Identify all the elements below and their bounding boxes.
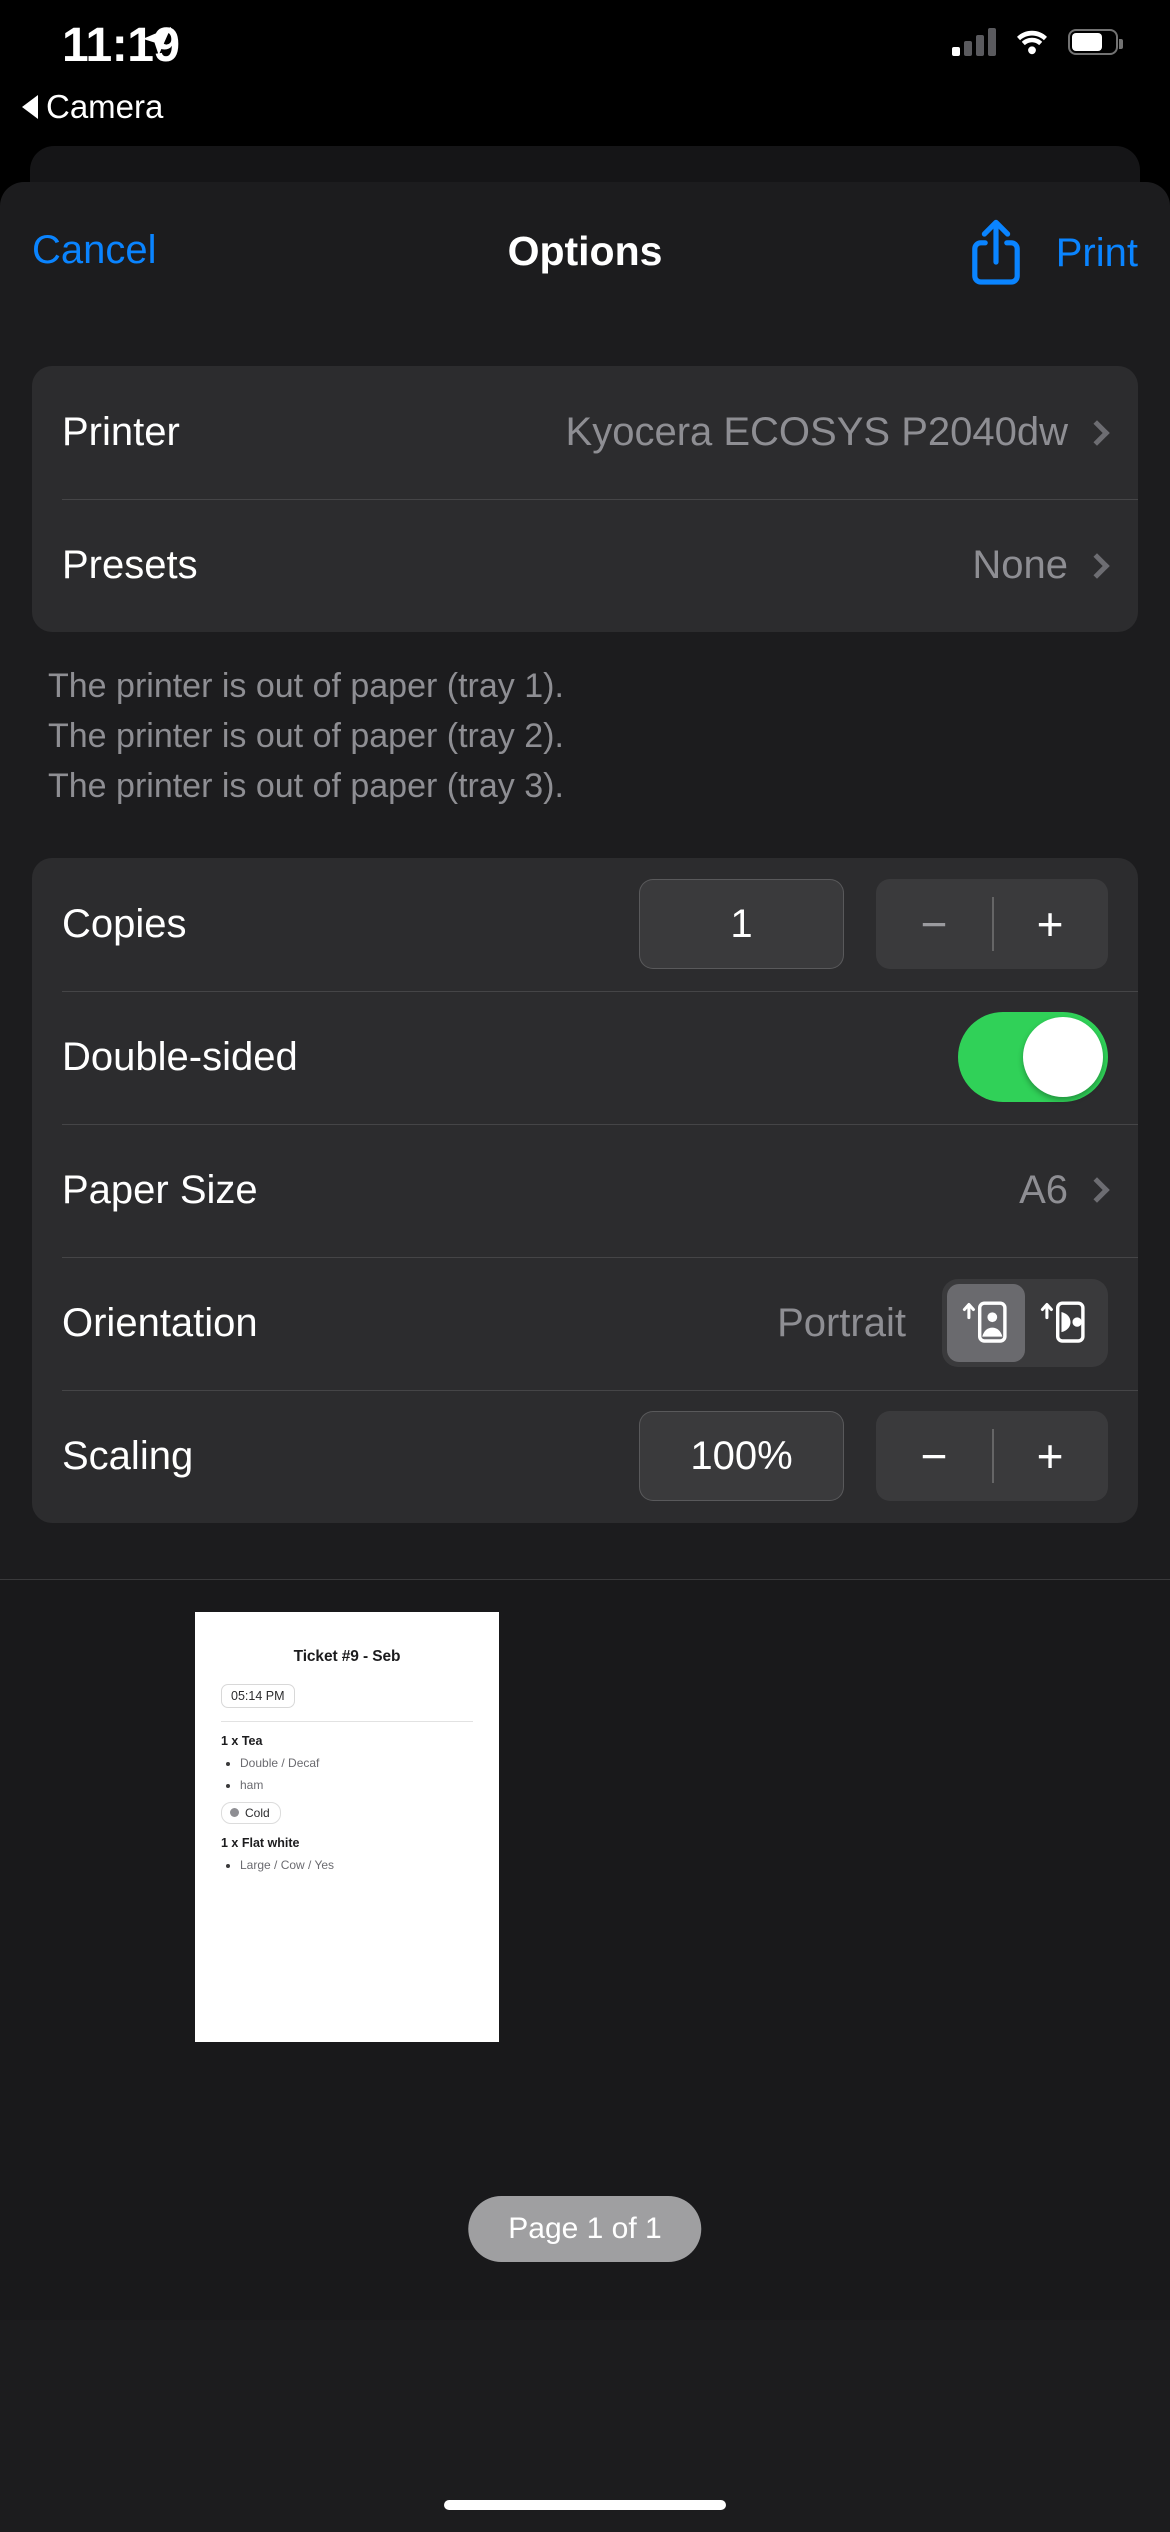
status-bar-back-label: Camera: [46, 88, 164, 125]
scaling-row: Scaling 100% − +: [32, 1389, 1138, 1523]
copies-increment-button[interactable]: +: [992, 879, 1108, 969]
presets-row[interactable]: Presets None: [32, 499, 1138, 632]
page-count-badge: Page 1 of 1: [468, 2195, 702, 2262]
orientation-portrait-button[interactable]: [947, 1284, 1025, 1363]
presets-row-label: Presets: [62, 543, 198, 587]
status-message: The printer is out of paper (tray 3).: [48, 766, 564, 805]
scaling-label: Scaling: [62, 1433, 194, 1478]
ticket-item-name: 1 x Tea: [221, 1733, 263, 1748]
printer-card: Printer Kyocera ECOSYS P2040dw Presets N…: [32, 366, 1138, 632]
copies-stepper: − +: [876, 879, 1108, 970]
ticket-time-chip: 05:14 PM: [221, 1683, 295, 1708]
orientation-row: Orientation Portrait: [32, 1256, 1138, 1390]
preview-page[interactable]: Ticket #9 - Seb 05:14 PM 1 x Tea Double …: [195, 1611, 499, 2042]
double-sided-label: Double-sided: [62, 1034, 298, 1079]
chevron-right-icon: [1084, 552, 1110, 579]
double-sided-toggle[interactable]: [958, 1012, 1108, 1103]
home-indicator[interactable]: [444, 2500, 726, 2510]
chevron-right-icon: [1084, 1177, 1110, 1204]
print-button[interactable]: Print: [1056, 231, 1138, 276]
status-bar-indicators: [952, 28, 1123, 56]
orientation-landscape-button[interactable]: [1025, 1284, 1103, 1362]
presets-row-value: None: [972, 543, 1068, 587]
scaling-value-field[interactable]: 100%: [639, 1411, 844, 1502]
ticket-item-option: Large / Cow / Yes: [221, 1858, 473, 1872]
ticket-item-chip: Cold: [221, 1801, 281, 1824]
print-settings-card: Copies 1 − + Double-sided Paper Size A6: [32, 857, 1138, 1523]
status-message: The printer is out of paper (tray 1).: [48, 667, 564, 705]
share-icon[interactable]: [968, 218, 1024, 288]
paper-size-row[interactable]: Paper Size A6: [32, 1123, 1138, 1257]
wifi-icon: [1017, 30, 1047, 55]
printer-row-label: Printer: [62, 410, 180, 454]
chip-dot-icon: [230, 1808, 239, 1818]
ticket-item-option: ham: [221, 1778, 473, 1792]
ticket-item-name: 1 x Flat white: [221, 1835, 300, 1850]
ticket-title: Ticket #9 - Seb: [293, 1647, 401, 1665]
orientation-label: Orientation: [62, 1300, 258, 1345]
status-bar-back-to-camera[interactable]: Camera: [22, 88, 163, 126]
ticket-divider: [221, 1720, 473, 1722]
scaling-decrement-button[interactable]: −: [876, 1411, 992, 1501]
copies-label: Copies: [62, 901, 187, 946]
printer-status-messages: The printer is out of paper (tray 1). Th…: [48, 662, 1122, 812]
copies-row: Copies 1 − +: [32, 858, 1138, 991]
scaling-stepper: − +: [876, 1411, 1108, 1502]
status-message: The printer is out of paper (tray 2).: [48, 716, 564, 755]
printer-row-value: Kyocera ECOSYS P2040dw: [565, 410, 1068, 454]
ticket-item-option: Double / Decaf: [221, 1756, 473, 1770]
scaling-increment-button[interactable]: +: [992, 1411, 1108, 1501]
cellular-signal-icon: [952, 28, 996, 56]
chevron-right-icon: [1084, 419, 1110, 446]
orientation-portrait-icon: [962, 1301, 1007, 1344]
double-sided-row: Double-sided: [32, 990, 1138, 1124]
printer-row[interactable]: Printer Kyocera ECOSYS P2040dw: [32, 366, 1138, 499]
orientation-landscape-icon: [1040, 1301, 1085, 1344]
back-triangle-icon: [22, 95, 38, 119]
paper-size-value: A6: [1019, 1167, 1068, 1212]
paper-size-label: Paper Size: [62, 1167, 258, 1212]
location-arrow-icon: [142, 26, 172, 56]
copies-decrement-button[interactable]: −: [876, 879, 992, 969]
ticket-item-chip-label: Cold: [245, 1805, 270, 1820]
print-options-sheet: Cancel Options Print Printer Kyocera ECO…: [0, 182, 1170, 2532]
battery-icon: [1068, 29, 1123, 55]
navigation-bar: Cancel Options Print: [0, 182, 1170, 310]
copies-value-field[interactable]: 1: [639, 879, 844, 970]
orientation-value: Portrait: [777, 1300, 906, 1345]
orientation-segmented-control: [942, 1279, 1108, 1368]
document-preview-area: Ticket #9 - Seb 05:14 PM 1 x Tea Double …: [0, 1579, 1170, 2320]
